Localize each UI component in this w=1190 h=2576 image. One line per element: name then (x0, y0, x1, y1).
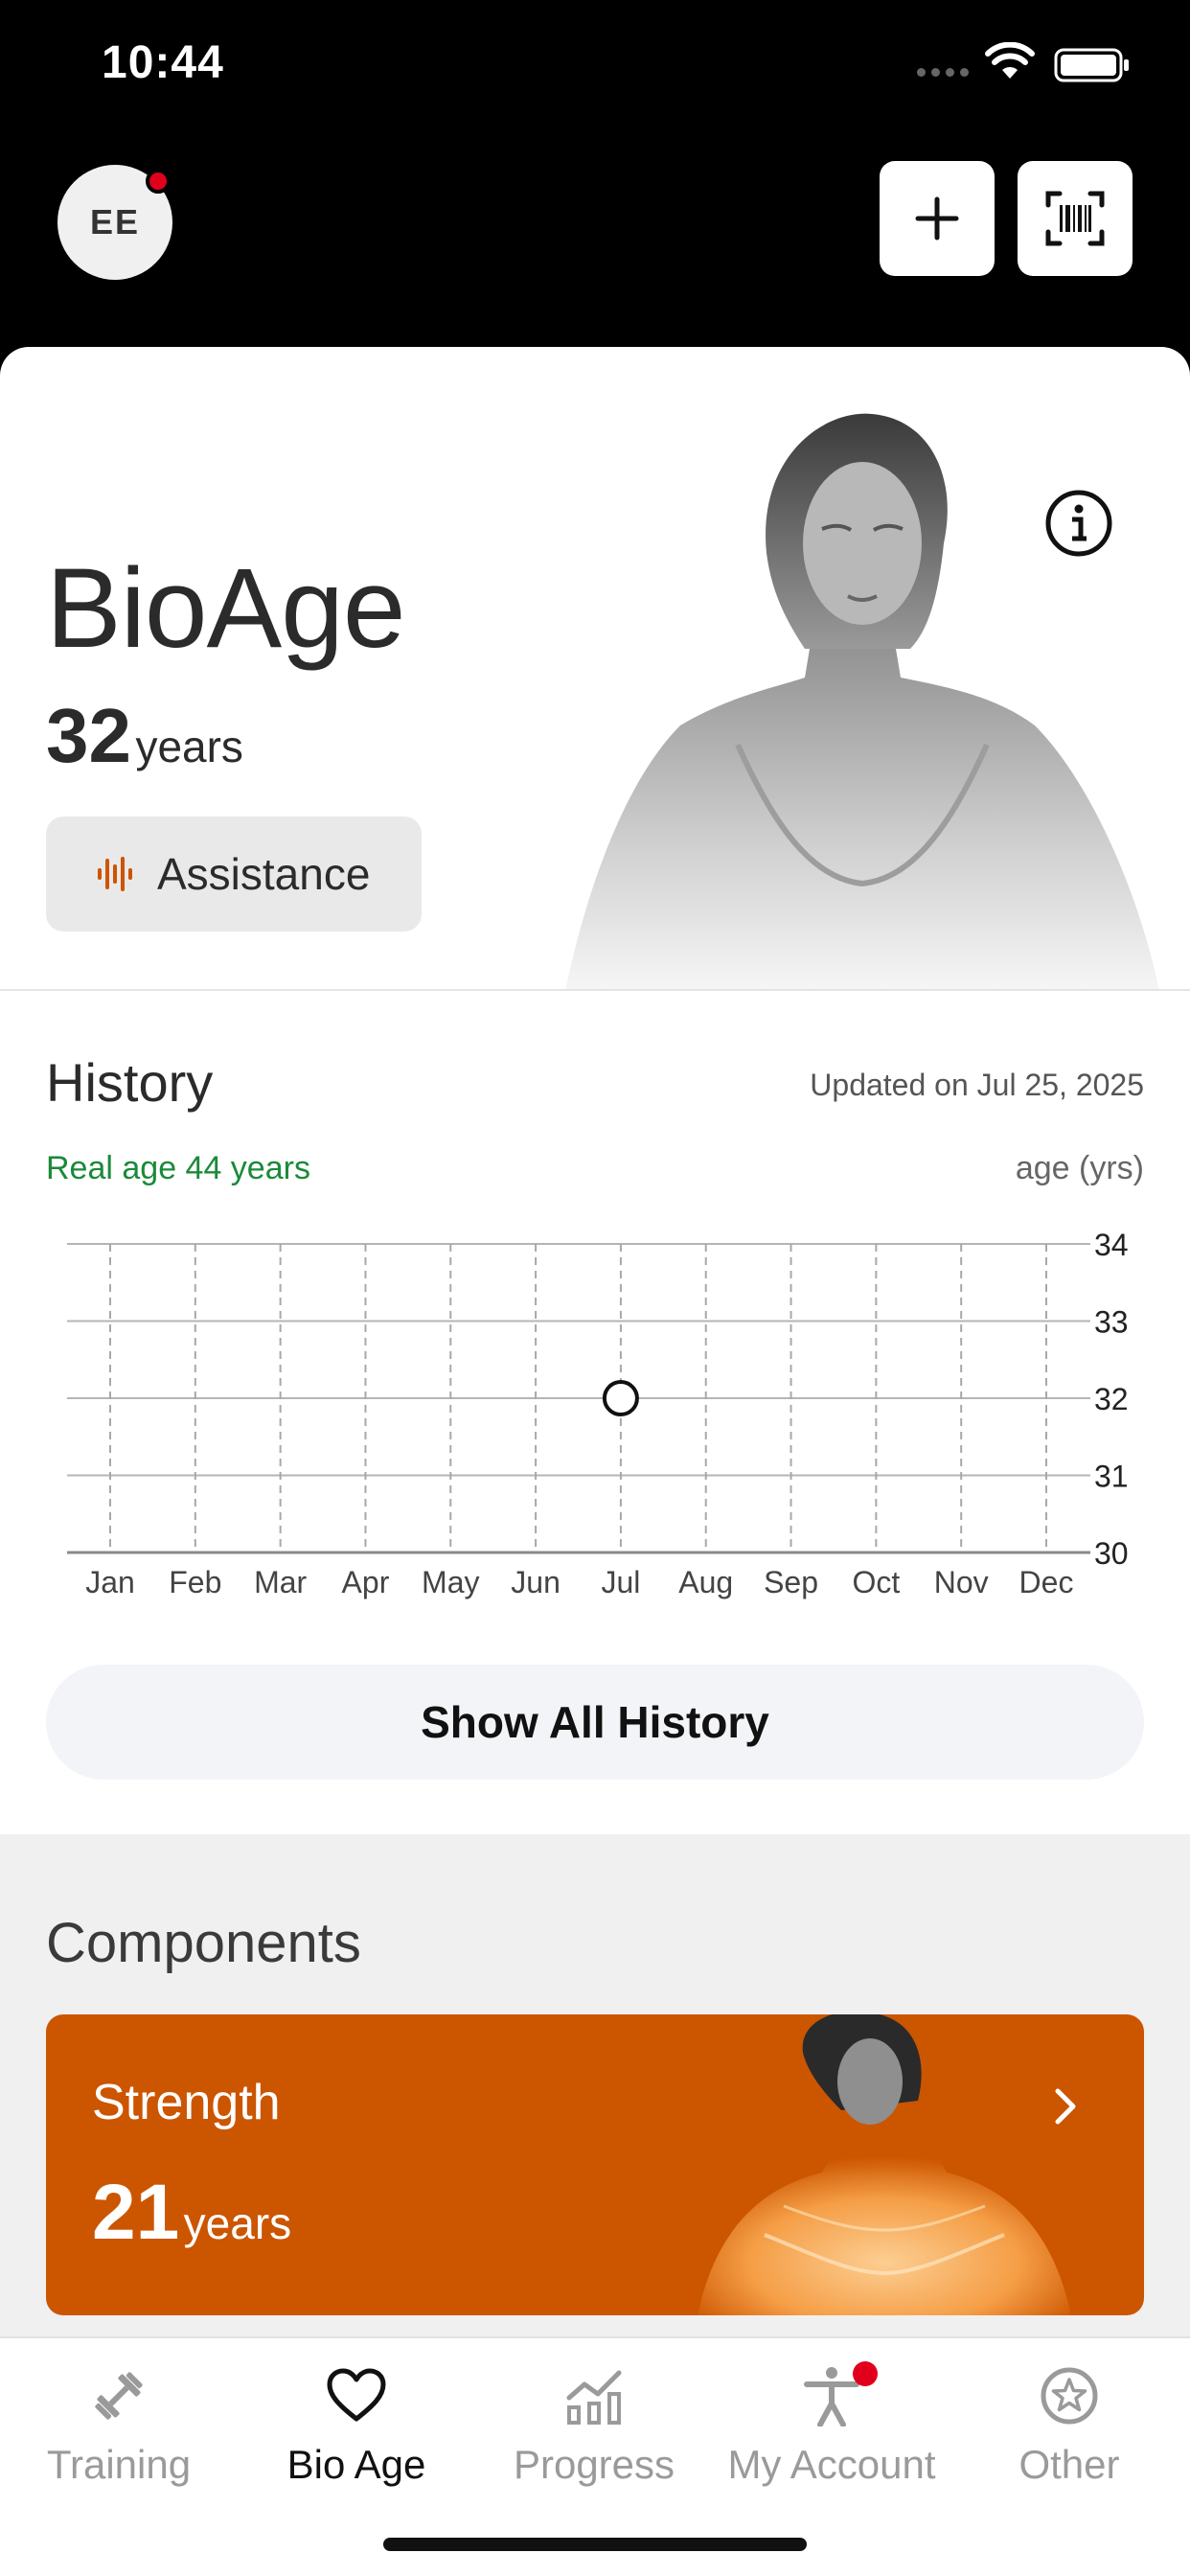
status-bar: 10:44 (0, 0, 1190, 134)
x-tick-label: May (422, 1565, 479, 1599)
avatar-initials: EE (89, 202, 141, 242)
real-age-label: Real age 44 years (46, 1150, 310, 1186)
show-all-history-button[interactable]: Show All History (46, 1665, 1144, 1780)
bioage-number: 32 (46, 693, 131, 778)
history-updated: Updated on Jul 25, 2025 (810, 1068, 1144, 1102)
strength-age: 21 years (92, 2168, 291, 2258)
tab-label: Other (1018, 2442, 1120, 2487)
battery-icon (1054, 48, 1129, 82)
x-tick-label: Aug (678, 1565, 733, 1599)
strength-muscle-image (698, 2014, 1071, 2315)
person-icon (804, 2367, 859, 2426)
y-tick-label: 34 (1094, 1228, 1129, 1262)
barcode-scan-icon (1045, 191, 1105, 246)
barcode-scan-button[interactable] (1018, 161, 1133, 276)
bioage-card: BioAge 32 years Assistance History Updat… (0, 347, 1190, 1834)
bioage-hero: BioAge 32 years Assistance (0, 347, 1190, 991)
x-tick-label: Mar (254, 1565, 307, 1599)
components-section: Components Strength 21 years (0, 1834, 1190, 2336)
y-tick-label: 33 (1094, 1305, 1129, 1340)
tab-other[interactable]: Other (950, 2358, 1188, 2501)
bioage-value: 32 years (46, 692, 243, 780)
axis-unit-label: age (yrs) (1015, 1150, 1144, 1186)
section-divider (0, 989, 1190, 991)
history-chart: 30 31 32 33 34 Jan Feb Mar Apr May Jun Jul Aug Sep Oct… (67, 1228, 1129, 1599)
chevron-right-icon (1055, 2088, 1076, 2125)
strength-card[interactable]: Strength 21 years (46, 2014, 1144, 2315)
data-point (602, 1380, 639, 1416)
tab-label: Progress (513, 2442, 675, 2487)
notification-dot (146, 169, 171, 194)
tab-progress[interactable]: Progress (475, 2358, 713, 2501)
x-tick-label: Oct (852, 1565, 900, 1599)
heart-icon (327, 2368, 386, 2422)
info-button[interactable] (1044, 489, 1113, 563)
tab-training[interactable]: Training (0, 2358, 238, 2501)
account-notification-dot (853, 2361, 878, 2386)
y-tick-label: 32 (1094, 1382, 1129, 1416)
assistance-label: Assistance (157, 849, 371, 899)
x-tick-label: Feb (169, 1565, 221, 1599)
x-tick-label: Jul (601, 1565, 640, 1599)
bioage-unit: years (135, 722, 243, 771)
voice-wave-icon (98, 857, 132, 891)
tab-label: Training (46, 2442, 192, 2487)
star-icon (1041, 2367, 1098, 2425)
home-indicator (383, 2538, 807, 2551)
y-tick-label: 30 (1094, 1536, 1129, 1571)
avatar[interactable]: EE (57, 165, 172, 280)
add-button[interactable] (880, 161, 995, 276)
info-icon (1045, 490, 1112, 557)
x-tick-label: Sep (764, 1565, 818, 1599)
x-tick-label: Apr (342, 1565, 390, 1599)
assistance-button[interactable]: Assistance (46, 816, 422, 932)
strength-label: Strength (92, 2075, 281, 2130)
x-tick-label: Nov (934, 1565, 989, 1599)
status-time: 10:44 (102, 37, 224, 88)
tab-my-account[interactable]: My Account (713, 2358, 950, 2501)
x-tick-label: Jan (85, 1565, 135, 1599)
history-title: History (46, 1052, 214, 1113)
y-tick-label: 31 (1094, 1460, 1129, 1494)
x-tick-label: Dec (1019, 1565, 1074, 1599)
tab-bio-age[interactable]: Bio Age (238, 2358, 475, 2501)
show-all-history-label: Show All History (421, 1697, 769, 1747)
tab-label: My Account (727, 2442, 936, 2487)
plus-icon (915, 196, 959, 241)
wifi-icon (985, 42, 1035, 79)
strength-age-unit: years (183, 2198, 292, 2248)
chart-icon (566, 2370, 622, 2425)
app-header: EE (0, 134, 1190, 350)
tab-label: Bio Age (286, 2442, 426, 2487)
components-title: Components (46, 1912, 361, 1974)
strength-age-number: 21 (92, 2169, 180, 2256)
page-title: BioAge (46, 545, 406, 672)
cellular-signal-icon (917, 68, 969, 77)
x-tick-label: Jun (511, 1565, 561, 1599)
dumbbell-icon (95, 2372, 143, 2420)
